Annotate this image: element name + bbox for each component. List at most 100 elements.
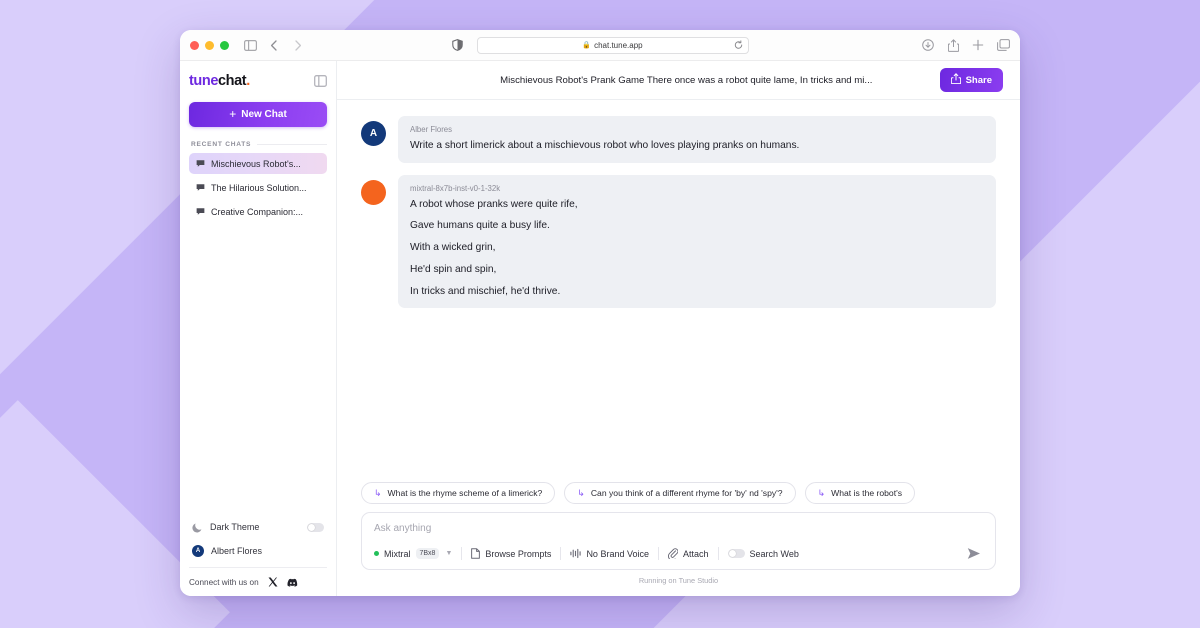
main-panel: Mischievous Robot's Prank Game There onc…: [337, 61, 1020, 596]
minimize-window-button[interactable]: [205, 41, 214, 50]
composer: Ask anything Mixtral 7Bx8 ▼: [361, 512, 996, 570]
sidebar-spacer: [189, 225, 327, 515]
tunechat-logo[interactable]: tunechat.: [189, 73, 250, 89]
document-icon: [471, 548, 480, 559]
share-button[interactable]: Share: [940, 68, 1003, 92]
avatar: A: [192, 545, 204, 557]
plus-icon: +: [229, 108, 236, 120]
discord-icon[interactable]: [287, 578, 298, 587]
sidebar-chat-label-1: The Hilarious Solution...: [211, 183, 307, 193]
share-icon[interactable]: [946, 38, 960, 52]
account-name: Albert Flores: [211, 546, 262, 556]
model-size-badge: 7Bx8: [416, 548, 440, 559]
paperclip-icon: [668, 548, 678, 559]
connect-with-us: Connect with us on: [189, 567, 327, 587]
brand-voice-button[interactable]: No Brand Voice: [561, 548, 658, 559]
suggestion-chip-label-1: Can you think of a different rhyme for '…: [591, 488, 783, 498]
page-background: 🔒 chat.tune.app: [0, 0, 1200, 628]
sidebar-chat-label-2: Creative Companion:...: [211, 207, 303, 217]
sidebar-footer: Dark Theme A Albert Flores Connect with …: [189, 515, 327, 596]
sidebar: tunechat. + New Chat RECENT CHATS: [180, 61, 337, 596]
chevron-down-icon: ▼: [445, 550, 452, 557]
return-arrow-icon: ↳: [577, 489, 585, 498]
downloads-icon[interactable]: [921, 38, 935, 52]
panel-collapse-icon[interactable]: [314, 75, 327, 87]
model-name: Mixtral: [384, 549, 411, 559]
reload-icon[interactable]: [734, 41, 743, 50]
chat-bubble-icon: [196, 183, 205, 192]
browse-prompts-button[interactable]: Browse Prompts: [462, 548, 560, 559]
send-button[interactable]: [967, 547, 983, 560]
message-line: A robot whose pranks were quite rife,: [410, 200, 984, 211]
sidebar-chat-item-1[interactable]: The Hilarious Solution...: [189, 177, 327, 198]
brand-voice-label: No Brand Voice: [586, 549, 649, 559]
window-controls: [190, 41, 229, 50]
forward-chevron-icon[interactable]: [291, 38, 305, 52]
composer-toolbar: Mixtral 7Bx8 ▼ Browse Prompts: [374, 547, 983, 560]
chat-header: Mischievous Robot's Prank Game There onc…: [337, 61, 1020, 100]
share-label: Share: [966, 75, 992, 86]
chat-bubble-icon: [196, 207, 205, 216]
avatar: [361, 180, 386, 205]
connect-label: Connect with us on: [189, 578, 259, 587]
back-chevron-icon[interactable]: [267, 38, 281, 52]
chat-bubble-icon: [196, 159, 205, 168]
lock-icon: 🔒: [582, 41, 591, 49]
suggestion-chip-0[interactable]: ↳ What is the rhyme scheme of a limerick…: [361, 482, 555, 504]
avatar: A: [361, 121, 386, 146]
suggestion-chip-label-2: What is the robot's: [831, 488, 902, 498]
message-line: With a wicked grin,: [410, 243, 984, 254]
message-line: Gave humans quite a busy life.: [410, 221, 984, 232]
browser-title-bar: 🔒 chat.tune.app: [180, 30, 1020, 61]
sidebar-chat-item-2[interactable]: Creative Companion:...: [189, 201, 327, 222]
suggestion-chips: ↳ What is the rhyme scheme of a limerick…: [361, 482, 996, 504]
message-input[interactable]: Ask anything: [374, 523, 983, 534]
attach-button[interactable]: Attach: [659, 548, 718, 559]
dark-theme-label: Dark Theme: [210, 522, 259, 532]
message-bubble: mixtral-8x7b-inst-v0-1-32k A robot whose…: [398, 175, 996, 309]
x-twitter-icon[interactable]: [268, 577, 278, 587]
new-chat-button[interactable]: + New Chat: [189, 102, 327, 127]
message-list: A Alber Flores Write a short limerick ab…: [337, 100, 1020, 482]
message-assistant: mixtral-8x7b-inst-v0-1-32k A robot whose…: [361, 175, 996, 309]
suggestion-chip-label-0: What is the rhyme scheme of a limerick?: [388, 488, 543, 498]
sidebar-chat-label-0: Mischievous Robot's...: [211, 159, 301, 169]
suggestion-chip-2[interactable]: ↳ What is the robot's: [805, 482, 915, 504]
tab-overview-icon[interactable]: [996, 38, 1010, 52]
browser-sidebar-icon[interactable]: [243, 38, 257, 52]
sidebar-chat-item-0[interactable]: Mischievous Robot's...: [189, 153, 327, 174]
attach-label: Attach: [683, 549, 709, 559]
model-selector[interactable]: Mixtral 7Bx8 ▼: [374, 548, 461, 559]
logo-part-tune: tune: [189, 73, 218, 89]
composer-area: ↳ What is the rhyme scheme of a limerick…: [337, 482, 1020, 596]
maximize-window-button[interactable]: [220, 41, 229, 50]
message-user: A Alber Flores Write a short limerick ab…: [361, 116, 996, 163]
url-input[interactable]: 🔒 chat.tune.app: [477, 37, 749, 54]
new-tab-icon[interactable]: [971, 38, 985, 52]
address-bar-region: 🔒 chat.tune.app: [180, 30, 1020, 60]
message-author: mixtral-8x7b-inst-v0-1-32k: [410, 184, 984, 193]
moon-icon: [192, 522, 203, 533]
new-chat-label: New Chat: [241, 109, 287, 120]
account-row[interactable]: A Albert Flores: [189, 539, 327, 563]
message-line: Write a short limerick about a mischievo…: [410, 141, 984, 152]
message-author: Alber Flores: [410, 125, 984, 134]
app-root: tunechat. + New Chat RECENT CHATS: [180, 61, 1020, 596]
dark-theme-row[interactable]: Dark Theme: [189, 515, 327, 539]
search-web-toggle-group[interactable]: Search Web: [719, 549, 808, 559]
page-title: Mischievous Robot's Prank Game There onc…: [361, 75, 940, 86]
return-arrow-icon: ↳: [374, 489, 382, 498]
suggestion-chips-wrap: ↳ What is the rhyme scheme of a limerick…: [361, 482, 996, 504]
reader-shield-icon[interactable]: [452, 39, 463, 51]
browser-nav-controls: [243, 38, 305, 52]
close-window-button[interactable]: [190, 41, 199, 50]
footer-note: Running on Tune Studio: [361, 570, 996, 587]
recent-chats-heading: RECENT CHATS: [191, 141, 327, 148]
search-web-toggle[interactable]: [728, 549, 745, 559]
model-status-dot: [374, 551, 379, 556]
url-text: chat.tune.app: [594, 41, 642, 50]
suggestion-chip-1[interactable]: ↳ Can you think of a different rhyme for…: [564, 482, 795, 504]
message-bubble: Alber Flores Write a short limerick abou…: [398, 116, 996, 163]
browser-window: 🔒 chat.tune.app: [180, 30, 1020, 596]
dark-theme-toggle[interactable]: [307, 523, 324, 532]
